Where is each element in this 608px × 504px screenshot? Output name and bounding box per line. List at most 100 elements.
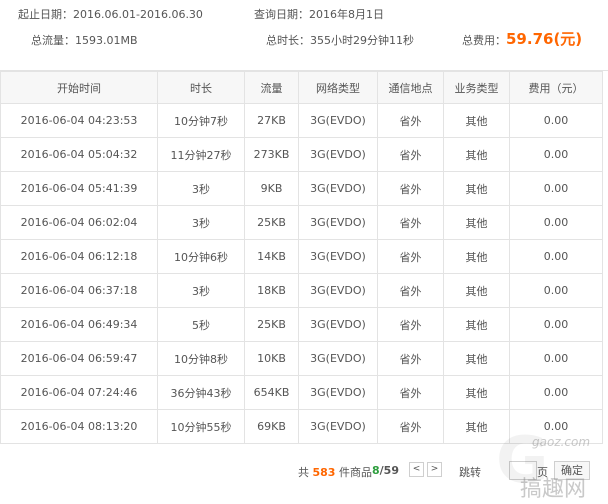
cell-fee: 0.00 [509,307,603,342]
page-indicator: 8/59 [372,464,399,477]
billing-period-label: 起止日期： [18,8,73,21]
col-header-start-time: 开始时间 [0,71,158,104]
page-number-input[interactable] [509,461,537,480]
cell-fee: 0.00 [509,409,603,444]
go-button[interactable]: 确定 [554,461,590,480]
cell-network-type: 3G(EVDO) [298,273,378,308]
total-duration-value: 355小时29分钟11秒 [310,34,414,47]
cell-location: 省外 [377,137,444,172]
cell-fee: 0.00 [509,341,603,376]
cell-duration: 3秒 [157,171,245,206]
cell-network-type: 3G(EVDO) [298,171,378,206]
cell-fee: 0.00 [509,273,603,308]
pagination-bar: 共 583 件商品 8/59 < > 跳转 页 确定 [0,456,608,486]
cell-service-type: 其他 [443,137,510,172]
table-row: 2016-06-04 04:23:53 10分钟7秒 27KB 3G(EVDO)… [0,103,603,138]
cell-network-type: 3G(EVDO) [298,375,378,410]
table-row: 2016-06-04 06:12:18 10分钟6秒 14KB 3G(EVDO)… [0,239,603,274]
cell-duration: 10分钟7秒 [157,103,245,138]
cell-service-type: 其他 [443,375,510,410]
col-header-location: 通信地点 [377,71,444,104]
cell-duration: 10分钟6秒 [157,239,245,274]
col-header-traffic: 流量 [244,71,299,104]
table-row: 2016-06-04 06:49:34 5秒 25KB 3G(EVDO) 省外 … [0,307,603,342]
cell-start-time: 2016-06-04 06:12:18 [0,239,158,274]
table-row: 2016-06-04 06:59:47 10分钟8秒 10KB 3G(EVDO)… [0,341,603,376]
total-pages: /59 [379,464,399,477]
cell-duration: 10分钟55秒 [157,409,245,444]
total-fee-label: 总费用： [462,34,506,47]
table-row: 2016-06-04 05:04:32 11分钟27秒 273KB 3G(EVD… [0,137,603,172]
table-row: 2016-06-04 06:37:18 3秒 18KB 3G(EVDO) 省外 … [0,273,603,308]
cell-start-time: 2016-06-04 06:37:18 [0,273,158,308]
cell-location: 省外 [377,103,444,138]
cell-service-type: 其他 [443,171,510,206]
current-page: 8 [372,464,380,477]
table-header-row: 开始时间 时长 流量 网络类型 通信地点 业务类型 费用（元） [0,71,603,104]
page-unit-label: 页 [537,466,548,479]
cell-traffic: 654KB [244,375,299,410]
cell-traffic: 25KB [244,307,299,342]
table-row: 2016-06-04 05:41:39 3秒 9KB 3G(EVDO) 省外 其… [0,171,603,206]
cell-service-type: 其他 [443,307,510,342]
next-page-button[interactable]: > [427,462,442,477]
total-items-suffix: 件商品 [338,466,372,479]
cell-start-time: 2016-06-04 06:02:04 [0,205,158,240]
table-row: 2016-06-04 07:24:46 36分钟43秒 654KB 3G(EVD… [0,375,603,410]
query-date-value: 2016年8月1日 [309,8,384,21]
cell-duration: 36分钟43秒 [157,375,245,410]
cell-duration: 3秒 [157,273,245,308]
total-items-prefix: 共 [298,466,309,479]
cell-fee: 0.00 [509,103,603,138]
prev-page-button[interactable]: < [409,462,424,477]
cell-network-type: 3G(EVDO) [298,239,378,274]
cell-fee: 0.00 [509,375,603,410]
col-header-service-type: 业务类型 [443,71,510,104]
jump-label: 跳转 [459,466,481,479]
total-fee: 总费用：59.76(元) [462,28,582,49]
cell-start-time: 2016-06-04 06:49:34 [0,307,158,342]
cell-start-time: 2016-06-04 04:23:53 [0,103,158,138]
cell-fee: 0.00 [509,239,603,274]
cell-service-type: 其他 [443,341,510,376]
query-date: 查询日期：2016年8月1日 [254,6,384,22]
total-duration: 总时长：355小时29分钟11秒 [266,32,414,48]
cell-service-type: 其他 [443,239,510,274]
cell-duration: 3秒 [157,205,245,240]
cell-start-time: 2016-06-04 07:24:46 [0,375,158,410]
cell-network-type: 3G(EVDO) [298,137,378,172]
total-items: 共 583 件商品 [298,464,372,480]
cell-network-type: 3G(EVDO) [298,307,378,342]
cell-traffic: 9KB [244,171,299,206]
col-header-duration: 时长 [157,71,245,104]
cell-traffic: 14KB [244,239,299,274]
cell-traffic: 69KB [244,409,299,444]
cell-duration: 5秒 [157,307,245,342]
cell-network-type: 3G(EVDO) [298,205,378,240]
cell-location: 省外 [377,273,444,308]
usage-records-table: 开始时间 时长 流量 网络类型 通信地点 业务类型 费用（元） 2016-06-… [0,71,603,444]
cell-location: 省外 [377,375,444,410]
cell-traffic: 10KB [244,341,299,376]
col-header-fee: 费用（元） [509,71,603,104]
cell-network-type: 3G(EVDO) [298,341,378,376]
cell-network-type: 3G(EVDO) [298,409,378,444]
cell-fee: 0.00 [509,171,603,206]
total-duration-label: 总时长： [266,34,310,47]
col-header-network-type: 网络类型 [298,71,378,104]
total-traffic-label: 总流量： [31,34,75,47]
cell-service-type: 其他 [443,205,510,240]
total-fee-unit: (元) [553,30,583,48]
billing-period: 起止日期：2016.06.01-2016.06.30 [18,6,203,22]
cell-traffic: 27KB [244,103,299,138]
cell-service-type: 其他 [443,409,510,444]
cell-start-time: 2016-06-04 05:41:39 [0,171,158,206]
cell-location: 省外 [377,205,444,240]
cell-location: 省外 [377,239,444,274]
cell-location: 省外 [377,341,444,376]
total-traffic: 总流量：1593.01MB [31,32,138,48]
total-items-count: 583 [312,466,336,479]
billing-period-value: 2016.06.01-2016.06.30 [73,8,203,21]
cell-fee: 0.00 [509,137,603,172]
cell-start-time: 2016-06-04 05:04:32 [0,137,158,172]
